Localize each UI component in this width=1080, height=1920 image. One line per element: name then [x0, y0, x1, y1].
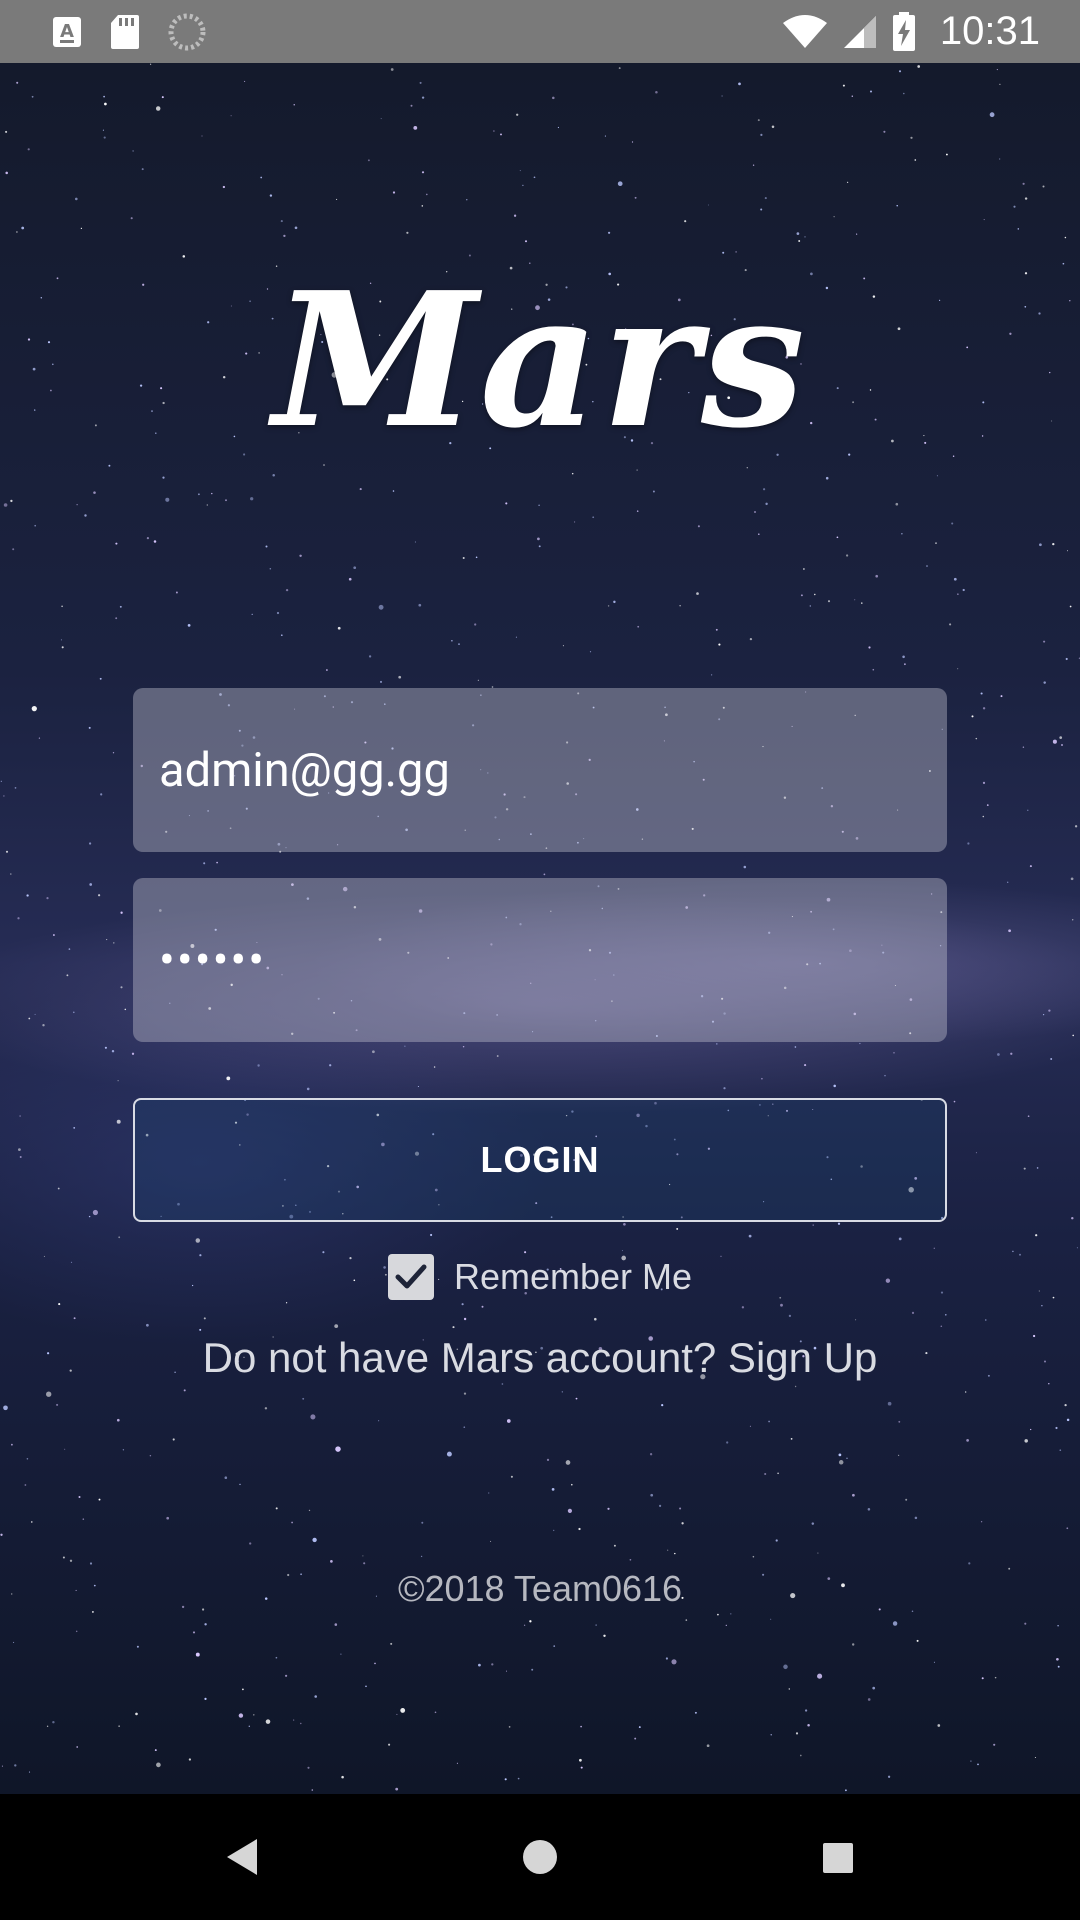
remember-me-row: Remember Me: [0, 1254, 1080, 1300]
password-field[interactable]: ••••••: [133, 878, 947, 1042]
login-button[interactable]: LOGIN: [133, 1098, 947, 1222]
navigation-bar: [0, 1794, 1080, 1920]
keyboard-icon: A: [52, 16, 82, 48]
status-time: 10:31: [939, 9, 1040, 53]
sync-icon: [168, 13, 206, 51]
recents-icon[interactable]: [797, 1817, 877, 1897]
signal-icon: [842, 15, 878, 49]
email-value: admin@gg.gg: [159, 742, 450, 798]
sd-card-icon: [110, 14, 140, 50]
home-icon[interactable]: [500, 1817, 580, 1897]
remember-me-checkbox[interactable]: [387, 1254, 434, 1300]
status-bar: A 10:31: [0, 0, 1080, 63]
login-screen: A 10:31 Mars admin@gg.gg •••••• LOGIN Re…: [0, 0, 1080, 1920]
signup-link[interactable]: Do not have Mars account? Sign Up: [0, 1334, 1080, 1382]
wifi-icon: [782, 14, 828, 49]
remember-me-label[interactable]: Remember Me: [454, 1256, 692, 1298]
back-icon[interactable]: [201, 1817, 281, 1897]
password-value: ••••••: [159, 932, 267, 988]
checkmark-icon: [395, 1264, 427, 1289]
email-field[interactable]: admin@gg.gg: [133, 688, 947, 852]
battery-charging-icon: [892, 11, 916, 52]
copyright-text: ©2018 Team0616: [397, 1568, 683, 1609]
app-logo: Mars: [272, 251, 808, 469]
svg-text:A: A: [60, 21, 74, 42]
